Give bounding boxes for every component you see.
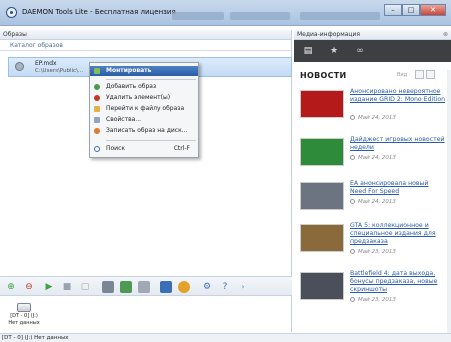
news-date-text: Май 24, 2013 [358, 155, 396, 161]
virtual-drive-icon [17, 303, 31, 312]
drive-label: [DT - 0] (J:) [10, 313, 38, 319]
quick-mount-button[interactable]: ⊕ [4, 280, 18, 294]
news-thumbnail[interactable] [300, 182, 344, 210]
news-date: Май 24, 2013 [350, 115, 396, 121]
news-thumbnail[interactable] [300, 138, 344, 166]
stop-button[interactable]: ■ [60, 280, 74, 294]
news-link[interactable]: EA анонсировала новый Need For Speed [350, 180, 446, 196]
image-path: C:\Users\Public\... [35, 68, 84, 74]
news-header: НОВОСТИ Вид [294, 62, 451, 86]
add-scsi-drive-button[interactable] [102, 281, 114, 293]
virtual-drive[interactable]: [DT - 0] (J:) Нет данных [6, 303, 42, 333]
daemon-tools-icon [6, 7, 17, 18]
news-date: Май 23, 2013 [350, 297, 396, 303]
window-title: DAEMON Tools Lite - Бесплатная лицензия [22, 8, 176, 16]
help-icon[interactable]: ? [218, 280, 232, 294]
media-info-title: Медиа-информация [297, 31, 360, 38]
view-list-button[interactable] [415, 70, 424, 79]
clock-icon [350, 297, 355, 302]
news-item[interactable]: GTA 5: коллекционное и специальное издан… [300, 222, 448, 266]
tab-links-icon[interactable]: ∞ [354, 45, 366, 57]
news-date-text: Май 23, 2013 [358, 297, 396, 303]
search-shortcut: Ctrl-F [173, 145, 190, 152]
clock-icon [350, 155, 355, 160]
news-item[interactable]: Дайджест игровых новостей недели Май 24, … [300, 136, 448, 180]
media-info-header: Медиа-информация ⊗ [294, 30, 451, 40]
menu-separator [106, 140, 196, 141]
status-bar: [DT - 0] (J:) Нет данных [0, 333, 451, 342]
news-title: НОВОСТИ [300, 71, 347, 80]
remove-icon [94, 95, 100, 101]
clock-icon [350, 199, 355, 204]
news-link[interactable]: Дайджест игровых новостей недели [350, 136, 446, 152]
main-toolbar: ⊕ ⊖ ▶ ■ ▢ ⚙ ? › [0, 276, 292, 296]
remove-drive-button[interactable] [138, 281, 150, 293]
media-tabs: ▤ ★ ∞ [294, 40, 451, 62]
images-pane-header: Образы [0, 30, 291, 40]
news-date: Май 23, 2013 [350, 249, 396, 255]
menu-item-add-image[interactable]: Добавить образ [90, 82, 198, 92]
title-bar-toolbar-strip [300, 12, 380, 20]
images-pane-title: Образы [3, 31, 27, 38]
news-date: Май 24, 2013 [350, 199, 396, 205]
news-thumbnail[interactable] [300, 272, 344, 300]
menu-item-mount[interactable]: Монтировать [90, 66, 198, 76]
title-bar-toolbar-strip [172, 12, 224, 20]
news-item[interactable]: Battlefield 4: дата выхода, бонусы предз… [300, 270, 448, 314]
clock-icon [350, 249, 355, 254]
news-scrollbar[interactable] [447, 70, 451, 333]
close-button[interactable]: ✕ [420, 4, 446, 16]
toolbar-more-icon[interactable]: › [236, 280, 250, 294]
search-icon [94, 146, 100, 152]
make-image-button[interactable] [160, 281, 172, 293]
menu-separator [106, 79, 196, 80]
preferences-gear-icon[interactable]: ⚙ [200, 280, 214, 294]
news-thumbnail[interactable] [300, 90, 344, 118]
news-thumbnail[interactable] [300, 224, 344, 252]
news-link[interactable]: GTA 5: коллекционное и специальное издан… [350, 222, 446, 246]
minimize-button[interactable]: – [384, 4, 402, 16]
news-date-text: Май 23, 2013 [358, 249, 396, 255]
news-item[interactable]: Анонсировано невероятное издание GRID 2:… [300, 88, 448, 132]
menu-item-open-file-location[interactable]: Перейти к файлу образа [90, 104, 198, 114]
news-date-text: Май 24, 2013 [358, 199, 396, 205]
news-link[interactable]: Battlefield 4: дата выхода, бонусы предз… [350, 270, 446, 294]
title-bar: DAEMON Tools Lite - Бесплатная лицензия … [0, 0, 451, 26]
properties-icon [94, 117, 100, 123]
tab-favorites-star-icon[interactable]: ★ [328, 45, 340, 57]
window-controls: – □ ✕ [384, 4, 446, 16]
view-grid-button[interactable] [426, 70, 435, 79]
folder-icon [94, 106, 100, 112]
play-mount-button[interactable]: ▶ [42, 280, 56, 294]
menu-item-burn-image[interactable]: Записать образ на диск... [90, 126, 198, 136]
news-date: Май 24, 2013 [350, 155, 396, 161]
drive-status: Нет данных [8, 320, 40, 326]
context-menu: Монтировать Добавить образ Удалить элеме… [89, 62, 199, 158]
mount-icon [94, 68, 100, 74]
tab-news-icon[interactable]: ▤ [302, 45, 314, 57]
add-dt-drive-button[interactable] [120, 281, 132, 293]
news-link[interactable]: Анонсировано невероятное издание GRID 2:… [350, 88, 446, 104]
burn-icon [94, 128, 100, 134]
clock-icon [350, 115, 355, 120]
menu-item-search[interactable]: Поиск Ctrl-F [90, 144, 198, 154]
pane-close-icon[interactable]: ⊗ [443, 30, 448, 40]
title-bar-toolbar-strip [230, 12, 290, 20]
view-label: Вид [397, 72, 408, 78]
remove-image-button[interactable]: ⊖ [22, 280, 36, 294]
menu-item-properties[interactable]: Свойства... [90, 115, 198, 125]
menu-item-remove[interactable]: Удалить элемент(ы) [90, 93, 198, 103]
image-catalog-header[interactable]: Каталог образов [0, 40, 291, 51]
image-name: EP.mdx [35, 60, 57, 67]
burn-button[interactable] [178, 281, 190, 293]
disc-image-icon [15, 62, 24, 71]
media-info-pane: Медиа-информация ⊗ ▤ ★ ∞ НОВОСТИ Вид Ано… [294, 30, 451, 333]
maximize-button[interactable]: □ [402, 4, 420, 16]
unmount-button[interactable]: ▢ [78, 280, 92, 294]
news-item[interactable]: EA анонсировала новый Need For Speed Май … [300, 180, 448, 224]
add-image-icon [94, 84, 100, 90]
news-date-text: Май 24, 2013 [358, 115, 396, 121]
